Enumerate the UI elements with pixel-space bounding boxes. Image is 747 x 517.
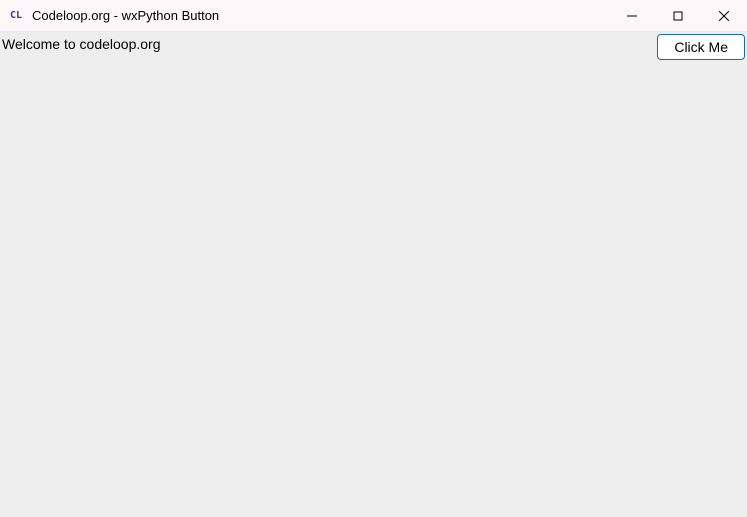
titlebar: CL Codeloop.org - wxPython Button xyxy=(0,0,747,32)
maximize-button[interactable] xyxy=(655,0,701,32)
client-area: Welcome to codeloop.org Click Me xyxy=(0,32,747,517)
maximize-icon xyxy=(673,11,683,21)
minimize-icon xyxy=(627,11,637,21)
welcome-label: Welcome to codeloop.org xyxy=(0,34,163,54)
app-icon: CL xyxy=(8,8,24,24)
close-button[interactable] xyxy=(701,0,747,32)
window-title: Codeloop.org - wxPython Button xyxy=(32,8,609,23)
window-controls xyxy=(609,0,747,31)
close-icon xyxy=(719,11,729,21)
click-me-button[interactable]: Click Me xyxy=(657,34,745,60)
minimize-button[interactable] xyxy=(609,0,655,32)
